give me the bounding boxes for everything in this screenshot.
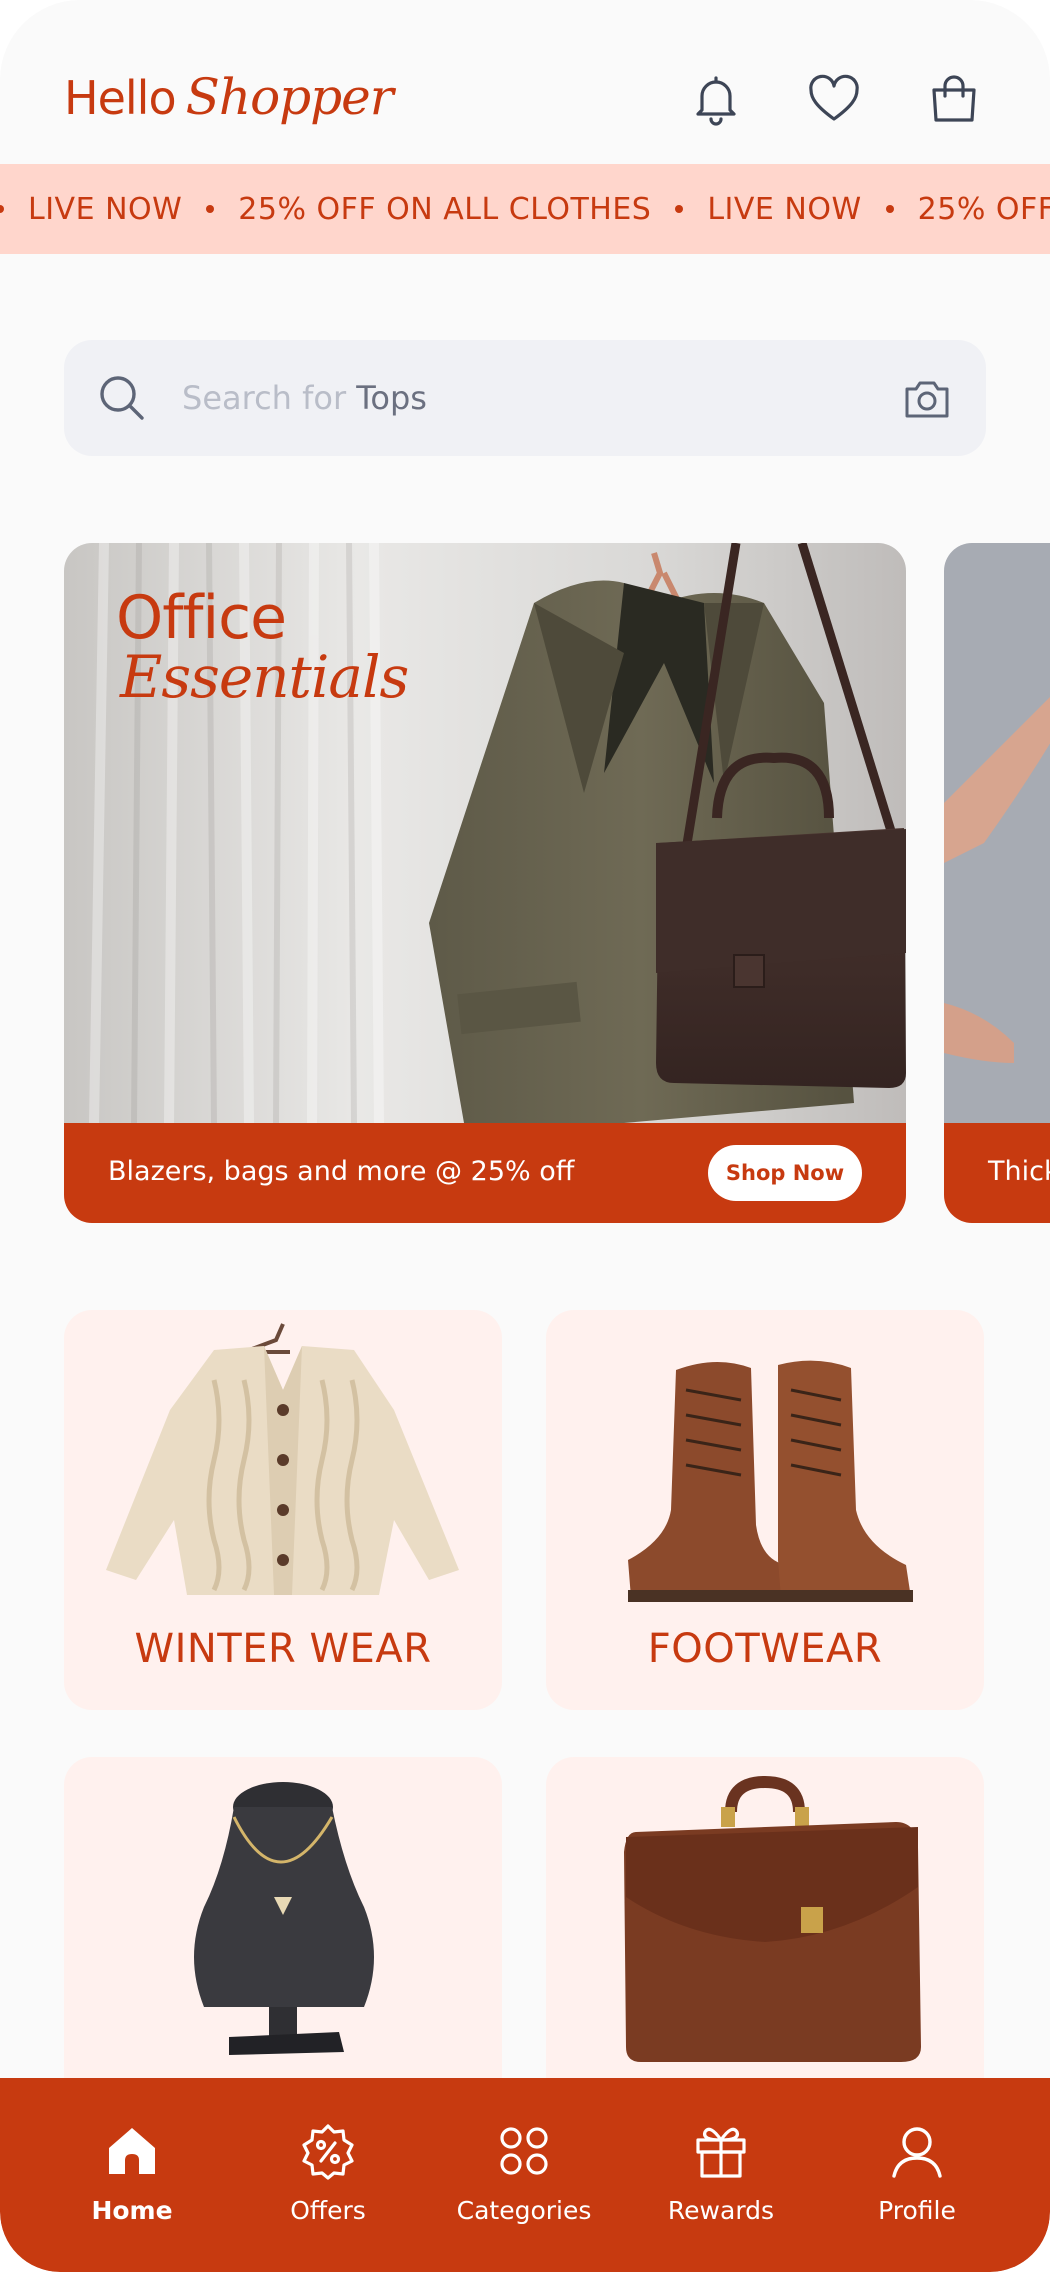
banner-caption: Thick (988, 1156, 1050, 1187)
bell-icon (696, 76, 736, 126)
nav-label: Offers (290, 2196, 366, 2225)
nav-item-rewards[interactable]: Rewards (631, 2122, 811, 2242)
search-icon (100, 376, 144, 420)
promo-banner-next[interactable]: Thick (944, 543, 1050, 1223)
ticker-item: LIVE NOW (28, 191, 183, 227)
category-card-winter-wear[interactable]: WINTER WEAR (64, 1310, 502, 1710)
search-bar[interactable]: Search for Tops (64, 340, 986, 456)
wishlist-button[interactable] (802, 68, 866, 132)
home-icon (109, 2128, 155, 2174)
category-label: FOOTWEAR (647, 1626, 883, 1672)
nav-label: Profile (878, 2196, 956, 2225)
ticker-item: 25% OFF ON ALL CLOTHES (238, 191, 652, 227)
nav-item-home[interactable]: Home (42, 2122, 222, 2242)
ticker-separator (206, 205, 215, 213)
categories-icon (500, 2127, 548, 2175)
app-logo[interactable]: Hello Shopper (64, 68, 394, 138)
ticker-track: LIVE NOW 25% OFF ON ALL CLOTHES LIVE NOW… (0, 164, 1050, 254)
category-card-footwear[interactable]: FOOTWEAR (546, 1310, 984, 1710)
banner-caption: Blazers, bags and more @ 25% off (108, 1156, 575, 1187)
boots-image (628, 1360, 913, 1602)
nav-item-profile[interactable]: Profile (827, 2122, 1007, 2242)
ticker-separator (0, 205, 4, 213)
necklace-image (194, 1782, 374, 2055)
banner-caption-bar: Blazers, bags and more @ 25% off Shop No… (64, 1123, 906, 1223)
ticker-separator (675, 205, 684, 213)
promo-ticker[interactable]: LIVE NOW 25% OFF ON ALL CLOTHES LIVE NOW… (0, 164, 1050, 254)
logo-hello-text: Hello (64, 71, 177, 125)
cart-button[interactable] (922, 68, 986, 132)
promo-banner-office-essentials[interactable]: Office Essentials Blazers, bags and more… (64, 543, 906, 1223)
banner-caption-bar: Thick (944, 1123, 1050, 1223)
ticker-item: 25% OFF ON (917, 191, 1050, 227)
heart-icon (809, 74, 859, 121)
banner-image (944, 543, 1050, 1123)
gift-icon (696, 2127, 746, 2178)
briefcase-image (624, 1775, 921, 2062)
camera-icon[interactable] (902, 374, 952, 424)
nav-label: Home (91, 2196, 173, 2225)
category-label: WINTER WEAR (134, 1626, 432, 1672)
logo-shopper-text: Shopper (185, 68, 394, 126)
cardigan-image (106, 1323, 459, 1595)
shop-now-button[interactable]: Shop Now (708, 1145, 862, 1201)
nav-label: Categories (456, 2196, 592, 2225)
banner-title-line2: Essentials (120, 643, 409, 711)
offers-icon (302, 2124, 354, 2180)
profile-icon (892, 2127, 942, 2178)
search-placeholder-term: Tops (356, 379, 427, 417)
ticker-separator (885, 205, 894, 213)
nav-label: Rewards (667, 2196, 775, 2225)
app-screen: Hello Shopper LIVE NOW 25% OFF ON ALL CL… (0, 0, 1050, 2272)
nav-item-offers[interactable]: Offers (238, 2122, 418, 2242)
shopping-bag-icon (932, 75, 976, 122)
notifications-button[interactable] (684, 68, 748, 132)
ticker-item: LIVE NOW (707, 191, 862, 227)
app-header: Hello Shopper (0, 0, 1050, 165)
search-input[interactable]: Search for Tops (182, 377, 427, 419)
search-placeholder-prefix: Search for (182, 379, 347, 417)
bottom-navigation: Home Offers Categories Rewards Profile (0, 2078, 1050, 2272)
nav-item-categories[interactable]: Categories (434, 2122, 614, 2242)
